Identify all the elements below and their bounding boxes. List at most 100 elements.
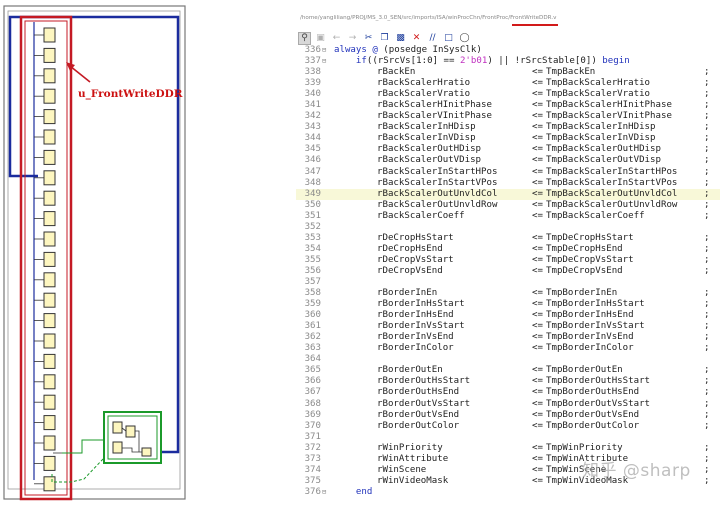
code-line[interactable]: 354 rDeCropHsEnd <= TmpDeCropHsEnd;: [296, 244, 720, 255]
code-line[interactable]: 369 rBorderOutVsEnd <= TmpBorderOutVsEnd;: [296, 410, 720, 421]
semicolon: ;: [704, 365, 710, 376]
assign-operator: <=: [532, 332, 543, 343]
code-editor[interactable]: /home/yangliliang/PROJ/MS_3.0_SEN/src/im…: [296, 12, 720, 505]
code-line[interactable]: 364: [296, 354, 720, 365]
code-line[interactable]: 339 rBackScalerHratio <= TmpBackScalerHrati…: [296, 78, 720, 89]
assign-source: TmpBorderInVsStart: [546, 321, 645, 332]
code-line[interactable]: 346 rBackScalerOutVDisp <= TmpBackScalerOut…: [296, 155, 720, 166]
line-number: 354: [304, 243, 321, 254]
code-line[interactable]: 372 rWinPriority <= TmpWinPriority;: [296, 443, 720, 454]
fold-marker[interactable]: ⊟: [322, 45, 330, 56]
assign-target: rBackScalerHratio: [377, 78, 471, 89]
code-line[interactable]: 347 rBackScalerInStartHPos <= TmpBackScaler…: [296, 167, 720, 178]
bulb-icon[interactable]: ◯: [458, 32, 471, 45]
code-line[interactable]: 371: [296, 432, 720, 443]
code-line[interactable]: 343 rBackScalerInHDisp <= TmpBackScalerInHD…: [296, 122, 720, 133]
assign-operator: <=: [532, 89, 543, 100]
line-number: 373: [304, 453, 321, 464]
code-line[interactable]: 361 rBorderInVsStart <= TmpBorderInVsStart;: [296, 321, 720, 332]
green-dashed-wire: [51, 457, 105, 483]
code-line[interactable]: 370 rBorderOutColor <= TmpBorderOutColor;: [296, 421, 720, 432]
code-line[interactable]: 360 rBorderInHsEnd <= TmpBorderInHsEnd;: [296, 310, 720, 321]
assign-target: rBackScalerVInitPhase: [377, 111, 492, 122]
code-line[interactable]: 336 ⊟ always @ (posedge InSysClk): [296, 45, 720, 56]
code-line[interactable]: 348 rBackScalerInStartVPos <= TmpBackScaler…: [296, 178, 720, 189]
back-icon[interactable]: ←: [330, 32, 343, 45]
assign-source: TmpBackScalerVInitPhase: [546, 111, 672, 122]
bookmark-icon[interactable]: □: [442, 32, 455, 45]
assign-source: TmpBackEn: [546, 67, 596, 78]
code-line[interactable]: 366 rBorderOutHsStart <= TmpBorderOutHsStar…: [296, 376, 720, 387]
schematic-block: [43, 211, 56, 227]
code-line[interactable]: 345 rBackScalerOutHDisp <= TmpBackScalerOut…: [296, 144, 720, 155]
code-line[interactable]: 344 rBackScalerInVDisp <= TmpBackScalerInVD…: [296, 133, 720, 144]
assign-operator: <=: [532, 310, 543, 321]
paste-icon[interactable]: ▩: [394, 32, 407, 45]
code-line[interactable]: 349 rBackScalerOutUnvldCol <= TmpBackScaler…: [296, 188, 720, 200]
assign-source: TmpBackScalerOutHDisp: [546, 144, 661, 155]
assign-target: rBorderOutEn: [377, 365, 443, 376]
code-line[interactable]: 367 rBorderOutHsEnd <= TmpBorderOutHsEnd;: [296, 387, 720, 398]
code-line[interactable]: 352: [296, 222, 720, 233]
semicolon: ;: [704, 89, 710, 100]
schematic-block: [112, 441, 123, 454]
semicolon: ;: [704, 265, 710, 276]
save-icon[interactable]: ▣: [314, 32, 327, 45]
semicolon: ;: [704, 177, 710, 188]
code-line[interactable]: 359 rBorderInHsStart <= TmpBorderInHsStart;: [296, 299, 720, 310]
code-line[interactable]: 350 rBackScalerOutUnvldRow <= TmpBackScaler…: [296, 200, 720, 211]
blue-wire: [8, 15, 180, 454]
schematic-block: [43, 68, 56, 84]
schematic-block: [43, 27, 56, 43]
code-area[interactable]: 336 ⊟ always @ (posedge InSysClk) 337 ⊟ if((…: [296, 45, 720, 498]
schematic-block: [43, 435, 56, 451]
semicolon: ;: [704, 299, 710, 310]
code-line[interactable]: 342 rBackScalerVInitPhase <= TmpBackScalerV…: [296, 111, 720, 122]
code-line[interactable]: 376 ⊟ end: [296, 487, 720, 498]
assign-source: TmpBorderOutVsStart: [546, 398, 651, 409]
code-line[interactable]: 351 rBackScalerCoeff <= TmpBackScalerCoeff;: [296, 211, 720, 222]
fold-marker[interactable]: ⊟: [322, 56, 330, 67]
code-line[interactable]: 353 rDeCropHsStart <= TmpDeCropHsStart;: [296, 233, 720, 244]
semicolon: ;: [704, 199, 710, 210]
delete-icon[interactable]: ✕: [410, 32, 423, 45]
search-icon[interactable]: ⚲: [298, 31, 311, 45]
code-line[interactable]: 357: [296, 277, 720, 288]
assign-source: TmpBorderOutColor: [546, 420, 640, 431]
assign-target: rWinVideoMask: [377, 475, 449, 486]
code-line[interactable]: 337 ⊟ if((rSrcVs[1:0] == 2'b01) || !rSrcS…: [296, 56, 720, 67]
assign-operator: <=: [532, 111, 543, 122]
code-line[interactable]: 340 rBackScalerVratio <= TmpBackScalerVrati…: [296, 89, 720, 100]
code-line[interactable]: 341 rBackScalerHInitPhase <= TmpBackScalerH…: [296, 100, 720, 111]
code-line[interactable]: 355 rDeCropVsStart <= TmpDeCropVsStart;: [296, 255, 720, 266]
code-line[interactable]: 362 rBorderInVsEnd <= TmpBorderInVsEnd;: [296, 332, 720, 343]
semicolon: ;: [704, 475, 710, 486]
schematic-canvas[interactable]: [0, 0, 190, 505]
code-line[interactable]: 356 rDeCropVsEnd <= TmpDeCropVsEnd;: [296, 266, 720, 277]
schematic-view[interactable]: u_FrontWriteDDR: [0, 0, 190, 505]
line-number: 344: [304, 133, 321, 144]
code-line[interactable]: 338 rBackEn <= TmpBackEn;: [296, 67, 720, 78]
path-underline: [512, 24, 558, 26]
forward-icon[interactable]: →: [346, 32, 359, 45]
assign-operator: <=: [532, 144, 543, 155]
fold-marker[interactable]: ⊟: [322, 487, 330, 498]
cut-icon[interactable]: ✂: [362, 32, 375, 45]
copy-icon[interactable]: ❐: [378, 32, 391, 45]
keyword: if: [355, 56, 367, 67]
code-line[interactable]: 365 rBorderOutEn <= TmpBorderOutEn;: [296, 365, 720, 376]
semicolon: ;: [704, 442, 710, 453]
schematic-block: [43, 272, 56, 288]
code-line[interactable]: 363 rBorderInColor <= TmpBorderInColor;: [296, 343, 720, 354]
assign-source: TmpBackScalerOutUnvldRow: [546, 199, 678, 210]
assign-operator: <=: [532, 177, 543, 188]
line-number: 356: [304, 265, 321, 276]
assign-target: rDeCropVsStart: [377, 254, 454, 265]
code-line[interactable]: 358 rBorderInEn <= TmpBorderInEn;: [296, 288, 720, 299]
assign-target: rBackScalerOutHDisp: [377, 144, 482, 155]
code-line[interactable]: 368 rBorderOutVsStart <= TmpBorderOutVsStar…: [296, 399, 720, 410]
assign-target: rWinAttribute: [377, 453, 449, 464]
comment-icon[interactable]: //: [426, 32, 439, 45]
code-statement: always @ (posedge InSysClk): [334, 45, 482, 55]
assign-operator: <=: [532, 265, 543, 276]
